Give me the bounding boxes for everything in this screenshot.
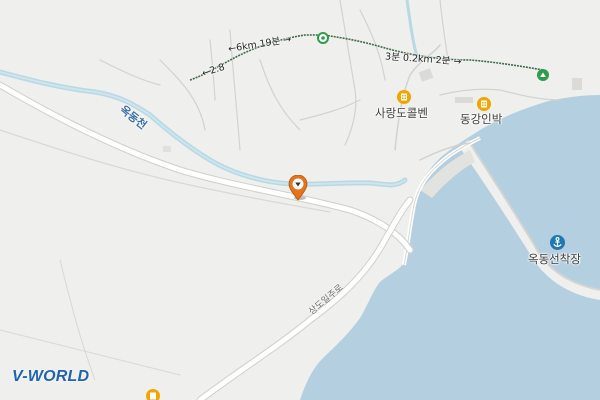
location-pin-icon[interactable] <box>288 174 308 201</box>
hotel-icon[interactable] <box>397 89 411 104</box>
poi-label[interactable]: 사랑도콜벤 <box>375 107 428 120</box>
map-canvas[interactable]: ←6km 19분 → ←2.8 3분 0.2km 2분 → 옥동천 상도일주로 … <box>0 0 600 400</box>
trail-node-icon[interactable] <box>317 29 329 44</box>
hotel-icon[interactable] <box>146 388 160 400</box>
poi-label[interactable]: 동강인박 <box>460 113 502 126</box>
poi-label[interactable]: 옥동선착장 <box>528 253 581 266</box>
anchor-icon[interactable] <box>550 235 565 250</box>
hotel-icon[interactable] <box>477 96 491 111</box>
vworld-logo: V-WORLD <box>12 368 90 385</box>
trail-end-icon[interactable] <box>537 66 549 81</box>
